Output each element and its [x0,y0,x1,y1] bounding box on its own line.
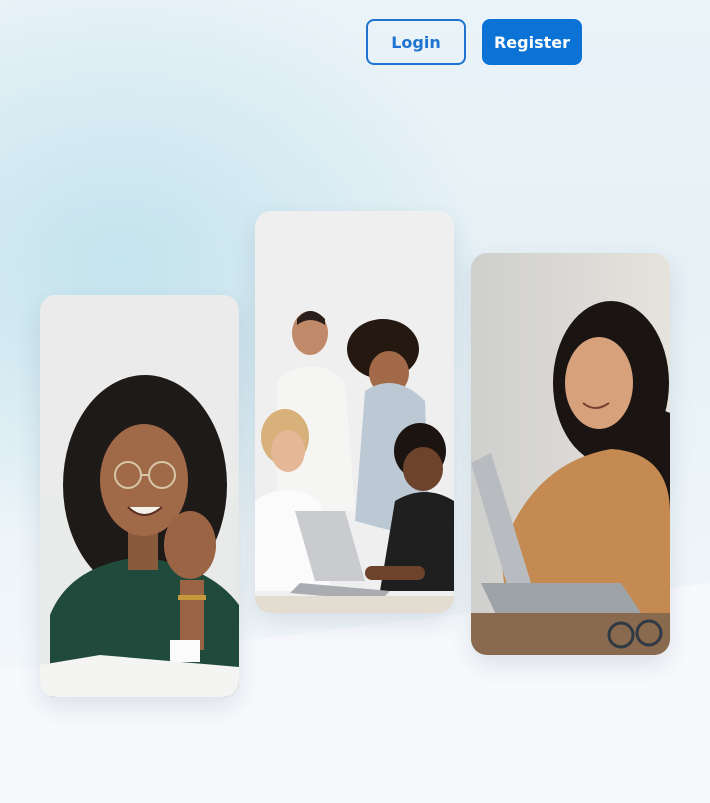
gallery-photo-woman-laptop [471,253,670,655]
login-button[interactable]: Login [366,19,466,65]
photo-woman-glasses-image [40,295,239,697]
photo-woman-laptop-image [471,253,670,655]
photo-team-laptop-image [255,211,454,613]
register-button[interactable]: Register [482,19,582,65]
gallery-photo-team-laptop [255,211,454,613]
gallery-photo-woman-glasses [40,295,239,697]
